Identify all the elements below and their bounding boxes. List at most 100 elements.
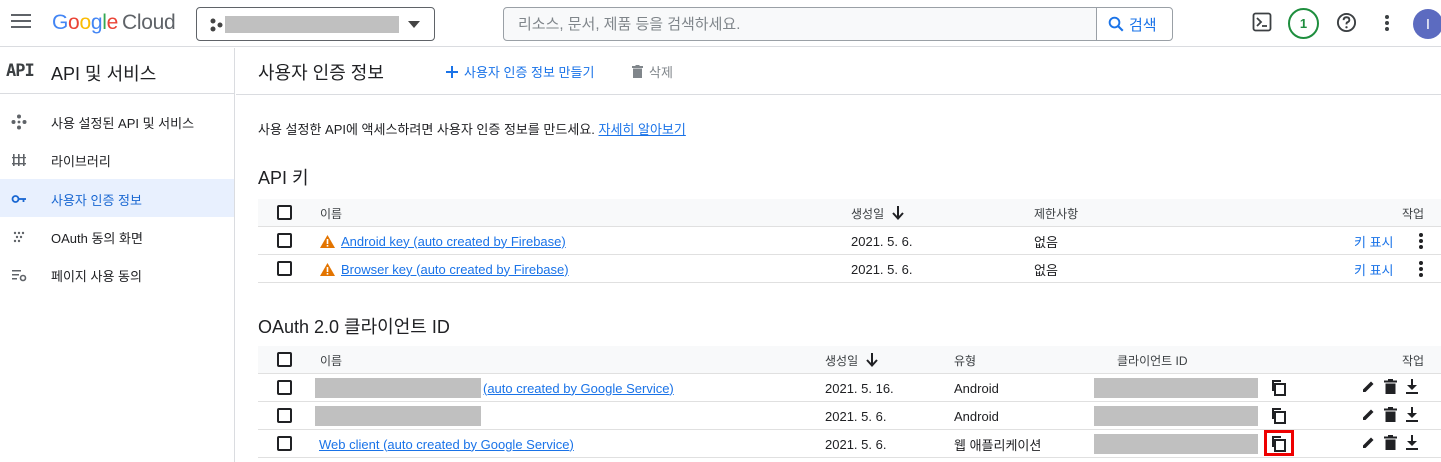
search-box: 검색 (503, 7, 1173, 41)
copy-icon[interactable] (1270, 407, 1288, 425)
show-key-button[interactable]: 키 표시 (1354, 255, 1394, 283)
table-row: (auto created by Google Service) 2021. 5… (258, 374, 1441, 402)
api-keys-table: 이름 생성일 제한사항 작업 Android key (auto created… (258, 199, 1441, 283)
api-key-link[interactable]: Android key (auto created by Firebase) (341, 234, 566, 249)
col-client-id: 클라이언트 ID (1117, 353, 1188, 368)
cloud-shell-icon[interactable] (1252, 12, 1272, 32)
type-cell: Android (954, 380, 999, 396)
key-icon (11, 195, 26, 203)
row-checkbox[interactable] (277, 408, 292, 423)
google-cloud-logo[interactable]: Google Cloud (52, 11, 176, 35)
sidebar-item-label: 사용자 인증 정보 (51, 193, 142, 208)
sidebar-item-label: OAuth 동의 화면 (51, 231, 143, 246)
arrow-down-icon (866, 353, 878, 367)
learn-more-link[interactable]: 자세히 알아보기 (599, 122, 686, 137)
project-selector[interactable] (196, 7, 435, 41)
more-vert-icon[interactable] (1384, 14, 1390, 32)
select-all-checkbox[interactable] (277, 352, 292, 367)
intro-message: 사용 설정한 API에 액세스하려면 사용자 인증 정보를 만드세요. (258, 122, 595, 137)
chevron-down-icon (408, 21, 420, 28)
notification-badge[interactable]: 1 (1288, 8, 1319, 39)
download-icon[interactable] (1405, 379, 1419, 394)
type-cell: Android (954, 408, 999, 424)
oauth-title: OAuth 2.0 클라이언트 ID (258, 317, 450, 337)
name-cell: Browser key (auto created by Firebase) (320, 255, 569, 283)
col-name[interactable]: 이름 (320, 346, 342, 374)
row-checkbox[interactable] (277, 380, 292, 395)
col-name[interactable]: 이름 (320, 199, 342, 227)
main-header: 사용자 인증 정보 (236, 48, 1441, 95)
col-created[interactable]: 생성일 (851, 199, 904, 227)
restrictions-cell: 없음 (1034, 234, 1058, 250)
sidebar-item-label: 사용 설정된 API 및 서비스 (51, 116, 195, 131)
more-vert-icon[interactable] (1419, 233, 1423, 249)
redacted-client-id (1094, 434, 1258, 454)
edit-icon[interactable] (1361, 435, 1376, 450)
sidebar-item-enabled-apis[interactable]: 사용 설정된 API 및 서비스 (0, 102, 234, 140)
api-keys-title: API 키 (258, 168, 309, 188)
api-logo: API (6, 61, 35, 81)
client-id-cell (1094, 430, 1258, 458)
edit-icon[interactable] (1361, 407, 1376, 422)
copy-icon[interactable] (1270, 379, 1288, 397)
oauth-client-link[interactable]: (auto created by Google Service) (483, 381, 674, 396)
trash-icon[interactable] (1384, 407, 1397, 422)
api-key-link[interactable]: Browser key (auto created by Firebase) (341, 262, 569, 277)
client-id-cell (1094, 402, 1258, 430)
row-checkbox[interactable] (277, 261, 292, 276)
redacted-client-id (1094, 406, 1258, 426)
project-name-redacted (225, 16, 399, 33)
sidebar-item-credentials[interactable]: 사용자 인증 정보 (0, 179, 234, 217)
intro-text: 사용 설정한 API에 액세스하려면 사용자 인증 정보를 만드세요. 자세히 … (258, 119, 686, 138)
plus-icon (446, 65, 458, 78)
search-icon (1108, 16, 1124, 32)
copy-icon[interactable] (1270, 435, 1288, 453)
sidebar-item-label: 라이브러리 (51, 154, 111, 169)
oauth-table: 이름 생성일 유형 클라이언트 ID 작업 (auto created by G… (258, 346, 1441, 458)
arrow-down-icon (892, 206, 904, 220)
delete-button[interactable]: 삭제 (632, 62, 673, 81)
sidebar-item-library[interactable]: 라이브러리 (0, 140, 234, 178)
col-created[interactable]: 생성일 (825, 346, 878, 374)
create-credentials-button[interactable]: 사용자 인증 정보 만들기 (446, 62, 594, 81)
sidebar-item-oauth-consent[interactable]: OAuth 동의 화면 (0, 217, 234, 255)
col-actions: 작업 (1402, 353, 1425, 368)
edit-icon[interactable] (1361, 379, 1376, 394)
create-credentials-label: 사용자 인증 정보 만들기 (464, 65, 595, 80)
show-key-button[interactable]: 키 표시 (1354, 227, 1394, 255)
row-checkbox[interactable] (277, 436, 292, 451)
help-icon[interactable] (1336, 12, 1357, 33)
search-button[interactable]: 검색 (1096, 8, 1172, 40)
client-id-cell (1094, 374, 1258, 402)
name-cell: (auto created by Google Service) (315, 374, 674, 402)
settings-list-icon (12, 270, 27, 282)
row-checkbox[interactable] (277, 233, 292, 248)
col-restrictions: 제한사항 (1034, 206, 1079, 221)
download-icon[interactable] (1405, 435, 1419, 450)
sidebar-item-page-usage[interactable]: 페이지 사용 동의 (0, 255, 234, 293)
name-cell (315, 402, 481, 430)
sidebar: API API 및 서비스 사용 설정된 API 및 서비스 라이브러리 사용자… (0, 48, 235, 462)
search-input[interactable] (504, 8, 1098, 40)
top-bar: GoogleCloud 검색 1 I (0, 0, 1441, 47)
oauth-client-link[interactable]: Web client (auto created by Google Servi… (319, 437, 574, 452)
trash-icon[interactable] (1384, 379, 1397, 394)
trash-icon[interactable] (1384, 435, 1397, 450)
avatar[interactable]: I (1413, 9, 1441, 39)
search-button-label: 검색 (1129, 16, 1157, 34)
download-icon[interactable] (1405, 407, 1419, 422)
redacted-name (315, 378, 481, 398)
menu-icon[interactable] (11, 14, 31, 32)
type-cell: 웹 애플리케이션 (954, 437, 1042, 453)
trash-icon (632, 65, 643, 78)
created-cell: 2021. 5. 6. (825, 436, 887, 452)
created-cell: 2021. 5. 6. (825, 408, 887, 424)
oauth-dots-icon (13, 231, 25, 243)
select-all-checkbox[interactable] (277, 205, 292, 220)
row-actions (1361, 379, 1419, 394)
table-row: Android key (auto created by Firebase) 2… (258, 227, 1441, 255)
col-created-label: 생성일 (851, 206, 885, 221)
more-vert-icon[interactable] (1419, 261, 1423, 277)
name-cell: Web client (auto created by Google Servi… (319, 430, 574, 458)
col-type: 유형 (954, 353, 977, 368)
